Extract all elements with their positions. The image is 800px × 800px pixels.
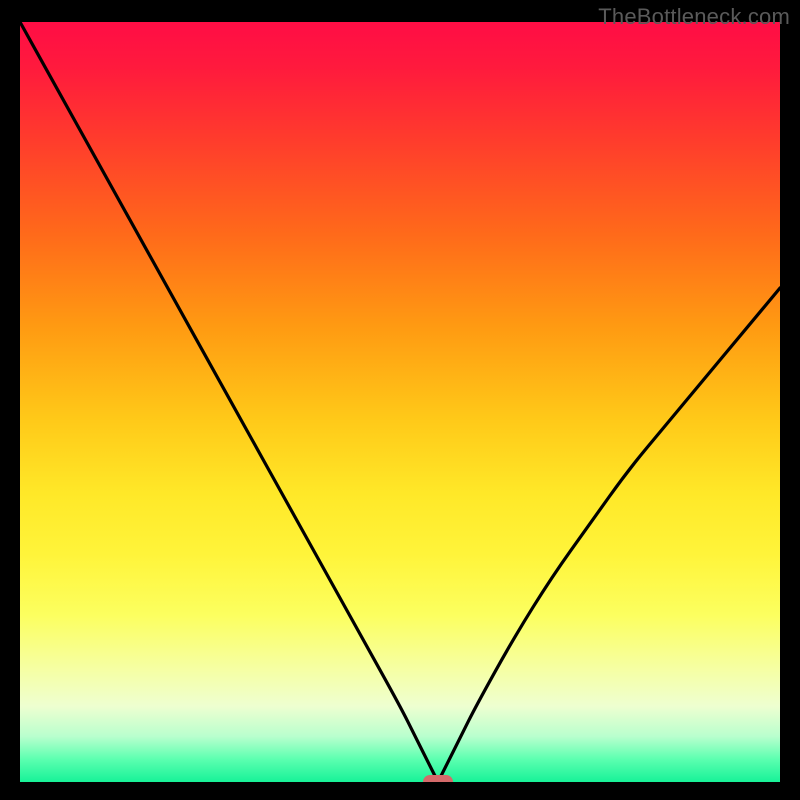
chart-frame: TheBottleneck.com (0, 0, 800, 800)
watermark-text: TheBottleneck.com (598, 4, 790, 30)
bottleneck-curve (20, 22, 780, 778)
plot-area (20, 22, 780, 782)
curve-layer (20, 22, 780, 782)
optimum-marker (423, 775, 453, 782)
